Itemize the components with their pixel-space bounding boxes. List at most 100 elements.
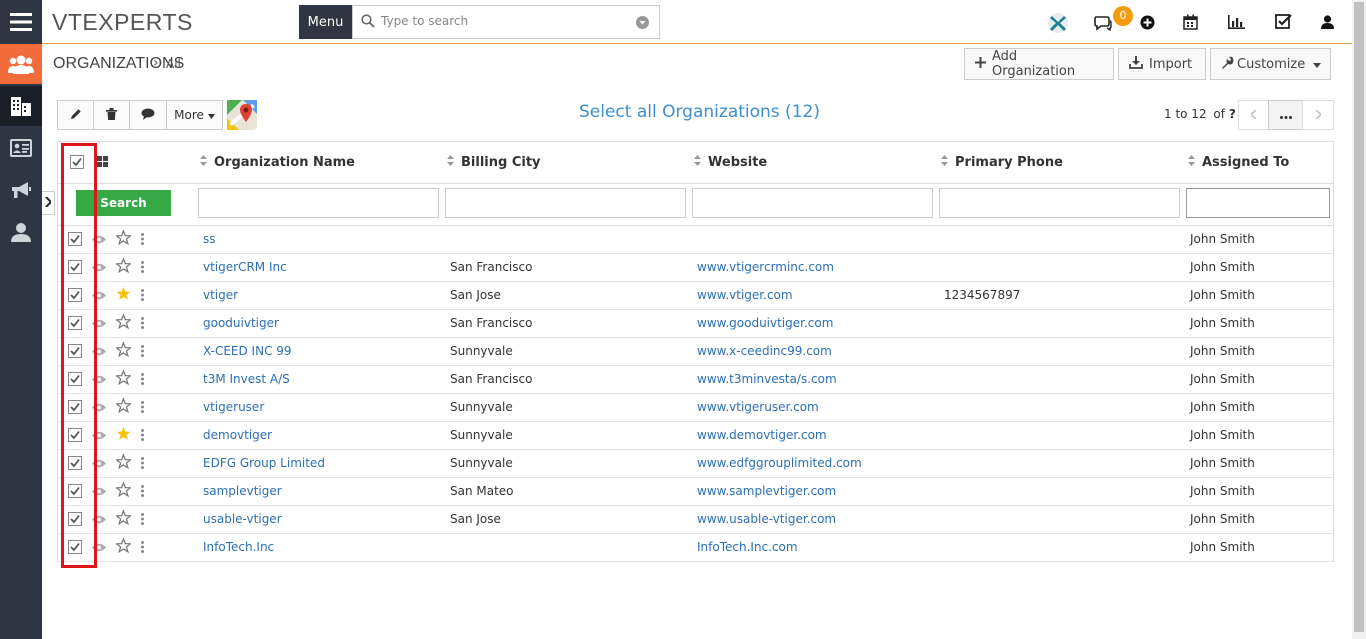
star-filled-icon[interactable] [116, 426, 131, 444]
column-header-organization-name[interactable]: Organization Name [200, 155, 355, 170]
customize-button[interactable]: Customize [1210, 48, 1331, 80]
table-row[interactable]: t3M Invest A/S San Francisco www.t3minvest… [58, 366, 1333, 394]
vtexperts-x-icon[interactable] [1046, 12, 1070, 37]
organization-name-link[interactable]: InfoTech.Inc [203, 540, 274, 554]
next-page-button[interactable] [1302, 100, 1334, 130]
previous-page-button[interactable] [1238, 100, 1270, 130]
organization-name-link[interactable]: demovtiger [203, 428, 272, 442]
website-link[interactable]: www.samplevtiger.com [697, 484, 836, 498]
filter-assigned-to-input[interactable] [1186, 188, 1330, 218]
row-actions-icon[interactable] [141, 261, 144, 276]
star-outline-icon[interactable] [114, 509, 133, 528]
column-header-primary-phone[interactable]: Primary Phone [941, 155, 1063, 170]
chat-icon[interactable] [1094, 15, 1112, 34]
user-profile-icon[interactable] [1321, 15, 1334, 32]
add-organization-button[interactable]: Add Organization [964, 48, 1114, 80]
calendar-icon[interactable] [1183, 14, 1198, 33]
add-circle-icon[interactable] [1140, 15, 1155, 33]
row-actions-icon[interactable] [141, 429, 144, 444]
page-scrollbar[interactable] [1352, 0, 1366, 639]
row-actions-icon[interactable] [141, 401, 144, 416]
row-actions-icon[interactable] [141, 373, 144, 388]
column-header-assigned-to[interactable]: Assigned To [1188, 155, 1289, 170]
page-title[interactable]: ORGANIZATIONS [53, 55, 184, 73]
edit-button[interactable] [57, 100, 94, 130]
contacts-group-icon[interactable] [0, 44, 42, 84]
organization-name-link[interactable]: X-CEED INC 99 [203, 344, 292, 358]
comment-button[interactable] [129, 100, 167, 130]
star-outline-icon[interactable] [114, 229, 133, 248]
filter-website-input[interactable] [692, 188, 933, 218]
list-view-toggle-icon[interactable] [97, 156, 109, 170]
website-link[interactable]: www.vtigercrminc.com [697, 260, 834, 274]
star-outline-icon[interactable] [114, 537, 133, 556]
page-jump-button[interactable] [1268, 100, 1303, 130]
website-link[interactable]: www.demovtiger.com [697, 428, 827, 442]
website-link[interactable]: www.t3minvesta/s.com [697, 372, 837, 386]
row-actions-icon[interactable] [141, 457, 144, 472]
campaigns-megaphone-icon[interactable] [0, 170, 42, 210]
organization-name-link[interactable]: ss [203, 232, 216, 246]
organization-name-link[interactable]: vtigerCRM Inc [203, 260, 287, 274]
table-row[interactable]: samplevtiger San Mateo www.samplevtiger.co… [58, 478, 1333, 506]
hamburger-menu-icon[interactable] [0, 0, 42, 44]
table-row[interactable]: demovtiger Sunnyvale www.demovtiger.com Joh… [58, 422, 1333, 450]
expand-sidebar-button[interactable] [42, 191, 55, 215]
table-row[interactable]: vtigeruser Sunnyvale www.vtigeruser.com Joh… [58, 394, 1333, 422]
more-dropdown-button[interactable]: More [166, 100, 223, 130]
organization-name-link[interactable]: vtigeruser [203, 400, 264, 414]
google-maps-icon[interactable] [227, 100, 257, 130]
star-outline-icon[interactable] [114, 453, 133, 472]
search-dropdown-icon[interactable] [636, 16, 649, 32]
organization-name-link[interactable]: gooduivtiger [203, 316, 279, 330]
column-header-billing-city[interactable]: Billing City [447, 155, 541, 170]
table-row[interactable]: InfoTech.Inc InfoTech.Inc.com John Smith [58, 534, 1333, 562]
website-link[interactable]: www.x-ceedinc99.com [697, 344, 832, 358]
row-actions-icon[interactable] [141, 485, 144, 500]
global-search-input[interactable] [381, 14, 621, 28]
website-link[interactable]: www.gooduivtiger.com [697, 316, 833, 330]
scrollbar-thumb[interactable] [1354, 2, 1364, 632]
table-row[interactable]: ss John Smith [58, 226, 1333, 254]
row-actions-icon[interactable] [141, 317, 144, 332]
row-actions-icon[interactable] [141, 513, 144, 528]
organizations-icon[interactable] [0, 86, 42, 126]
table-row[interactable]: gooduivtiger San Francisco www.gooduivtige… [58, 310, 1333, 338]
filter-billing-city-input[interactable] [445, 188, 686, 218]
filter-organization-name-input[interactable] [198, 188, 439, 218]
row-actions-icon[interactable] [141, 289, 144, 304]
table-row[interactable]: usable-vtiger San Jose www.usable-vtiger.c… [58, 506, 1333, 534]
table-row[interactable]: vtiger San Jose www.vtiger.com 1234567897 Jo… [58, 282, 1333, 310]
delete-button[interactable] [93, 100, 130, 130]
select-all-link[interactable]: Select all Organizations (12) [579, 102, 820, 122]
table-row[interactable]: EDFG Group Limited Sunnyvale www.edfggroup… [58, 450, 1333, 478]
row-actions-icon[interactable] [141, 345, 144, 360]
star-outline-icon[interactable] [114, 313, 133, 332]
star-outline-icon[interactable] [114, 397, 133, 416]
filter-primary-phone-input[interactable] [939, 188, 1180, 218]
organization-name-link[interactable]: samplevtiger [203, 484, 282, 498]
tasks-checkbox-icon[interactable] [1275, 13, 1292, 33]
star-outline-icon[interactable] [114, 369, 133, 388]
table-row[interactable]: X-CEED INC 99 Sunnyvale www.x-ceedinc99.co… [58, 338, 1333, 366]
website-link[interactable]: www.edfggrouplimited.com [697, 456, 862, 470]
website-link[interactable]: www.vtigeruser.com [697, 400, 819, 414]
pager-total-unknown[interactable]: ? [1229, 107, 1236, 121]
organization-name-link[interactable]: usable-vtiger [203, 512, 282, 526]
row-actions-icon[interactable] [141, 541, 144, 556]
pager-range[interactable]: 1 to 12 of ? [1164, 107, 1236, 121]
website-link[interactable]: www.vtiger.com [697, 288, 793, 302]
website-link[interactable]: www.usable-vtiger.com [697, 512, 836, 526]
menu-button[interactable]: Menu [299, 5, 352, 39]
website-link[interactable]: InfoTech.Inc.com [697, 540, 798, 554]
star-outline-icon[interactable] [114, 257, 133, 276]
global-search-box[interactable] [352, 5, 660, 39]
business-card-icon[interactable] [0, 128, 42, 168]
organization-name-link[interactable]: vtiger [203, 288, 238, 302]
column-header-website[interactable]: Website [694, 155, 767, 170]
user-icon[interactable] [0, 212, 42, 252]
star-outline-icon[interactable] [114, 481, 133, 500]
table-row[interactable]: vtigerCRM Inc San Francisco www.vtigercrmi… [58, 254, 1333, 282]
row-actions-icon[interactable] [141, 233, 144, 248]
star-filled-icon[interactable] [116, 286, 131, 304]
